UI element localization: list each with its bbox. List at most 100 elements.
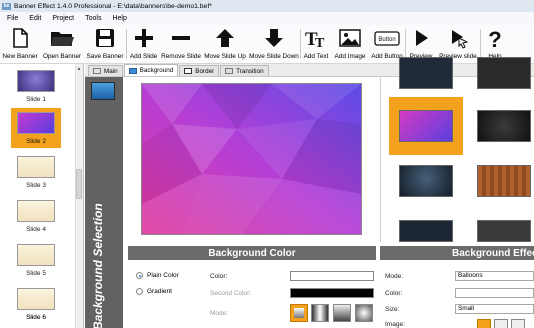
second-color-swatch[interactable] [290,288,374,298]
plus-icon [134,29,153,47]
mode-label: Mode: [210,310,229,317]
arrow-up-icon [216,29,234,47]
slide-thumbnail [17,70,55,92]
slide-item[interactable]: Slide 1 [11,66,61,106]
background-tab-icon [128,67,137,74]
effect-size-select[interactable]: Small [455,304,534,314]
background-color-header: Background Color [128,246,376,260]
new-banner-button[interactable]: New Banner [0,25,40,64]
slides-scrollbar[interactable]: ▲ [75,64,83,328]
gallery-thumbnail[interactable] [477,220,531,242]
gradient-radio[interactable] [136,288,143,295]
app-icon: be [2,2,11,10]
gradient-option[interactable]: Gradient [136,288,172,295]
main-tab-icon [93,68,101,74]
play-icon [416,30,428,46]
color-label: Color: [210,273,228,280]
effect-mode-select[interactable]: Balloons [455,271,534,281]
slide-item[interactable]: Slide 5 [11,240,61,280]
scroll-up-arrow-icon[interactable]: ▲ [76,66,82,72]
slide-label: Slide 4 [26,226,46,233]
effect-image-option[interactable] [494,319,508,328]
gallery-thumbnail[interactable] [477,110,531,142]
move-slide-down-button[interactable]: Move Slide Down [248,25,300,64]
remove-slide-label: Remove Slide [161,53,201,60]
second-color-label: Second Color: [210,290,252,297]
background-color-panel: Plain Color Gradient Color: Second Color… [128,260,376,328]
transition-tab-icon [225,68,234,74]
open-banner-button[interactable]: Open Banner [40,25,84,64]
background-image-icon[interactable] [91,82,115,100]
title-bar: be Banner Effect 1.4.0 Professional - E:… [0,0,534,12]
gradient-mode-swatch-selected[interactable] [290,304,308,322]
menu-project[interactable]: Project [52,15,74,22]
menu-edit[interactable]: Edit [29,15,41,22]
scroll-thumb[interactable] [76,169,82,199]
slide-item[interactable]: Slide 4 [11,196,61,236]
tab-transition-label: Transition [236,67,264,75]
window-title: Banner Effect 1.4.0 Professional - E:\da… [14,2,212,10]
property-tabs: Main Background Border Transition [85,64,534,77]
gallery-thumbnail[interactable] [477,165,531,197]
tab-transition[interactable]: Transition [220,65,269,76]
text-icon: TT [305,29,325,49]
arrow-down-icon [265,29,283,47]
play-cursor-icon [452,30,469,49]
move-slide-up-button[interactable]: Move Slide Up [202,25,248,64]
menu-tools[interactable]: Tools [85,15,101,22]
open-banner-label: Open Banner [42,53,82,60]
gallery-thumbnail-selected[interactable] [399,110,453,142]
slide-label: Slide 6 [26,314,46,321]
add-image-button[interactable]: Add Image [331,25,369,64]
folder-icon [51,32,74,46]
effect-color-label: Color: [385,290,403,297]
question-icon: ? [488,27,501,51]
add-slide-button[interactable]: Add Slide [127,25,160,64]
effect-image-option-selected[interactable] [477,319,491,328]
effect-mode-label: Mode: [385,273,404,280]
background-selection-label: Background Selection [91,203,105,328]
add-text-button[interactable]: TT Add Text [301,25,331,64]
gradient-mode-swatch[interactable] [311,304,329,322]
slide-thumbnail [17,156,55,178]
tab-background-label: Background [139,67,174,74]
gradient-mode-swatch[interactable] [355,304,373,322]
remove-slide-button[interactable]: Remove Slide [160,25,202,64]
tab-background[interactable]: Background [123,64,179,76]
gallery-thumbnail[interactable] [399,165,453,197]
border-tab-icon [184,68,193,74]
add-slide-label: Add Slide [129,53,158,60]
menu-help[interactable]: Help [112,15,126,22]
slide-label: Slide 1 [26,96,46,103]
effect-color-field[interactable] [455,288,534,298]
slide-thumbnail [17,288,55,310]
save-banner-button[interactable]: Save Banner [84,25,126,64]
tab-border[interactable]: Border [179,65,220,76]
background-effects-header: Background Effects [380,246,534,260]
slide-thumbnail [17,112,55,134]
plain-color-label: Plain Color [147,272,179,279]
plain-color-radio[interactable] [136,272,143,279]
slide-item[interactable]: Slide 6 [11,284,61,328]
effect-image-option[interactable] [511,319,525,328]
tab-main[interactable]: Main [88,65,123,76]
gallery-thumbnail[interactable] [399,57,453,89]
svg-text:?: ? [488,27,501,51]
button-icon-text: Button [378,37,395,43]
plain-color-option[interactable]: Plain Color [136,272,179,279]
tab-border-label: Border [195,67,215,75]
slide-label: Slide 3 [26,182,46,189]
image-icon [339,29,361,47]
menu-file[interactable]: File [7,15,18,22]
button-icon: Button [374,31,400,46]
save-icon [96,29,114,47]
toolbar: New Banner Open Banner Save Banner Add S… [0,25,534,64]
gallery-thumbnail[interactable] [399,220,453,242]
gallery-thumbnail[interactable] [477,57,531,89]
slide-item[interactable]: Slide 3 [11,152,61,192]
color-swatch[interactable] [290,271,374,281]
add-text-label: Add Text [303,53,329,60]
slide-item-selected[interactable]: Slide 2 [11,108,61,148]
gradient-mode-swatch[interactable] [333,304,351,322]
new-document-icon [13,28,28,48]
